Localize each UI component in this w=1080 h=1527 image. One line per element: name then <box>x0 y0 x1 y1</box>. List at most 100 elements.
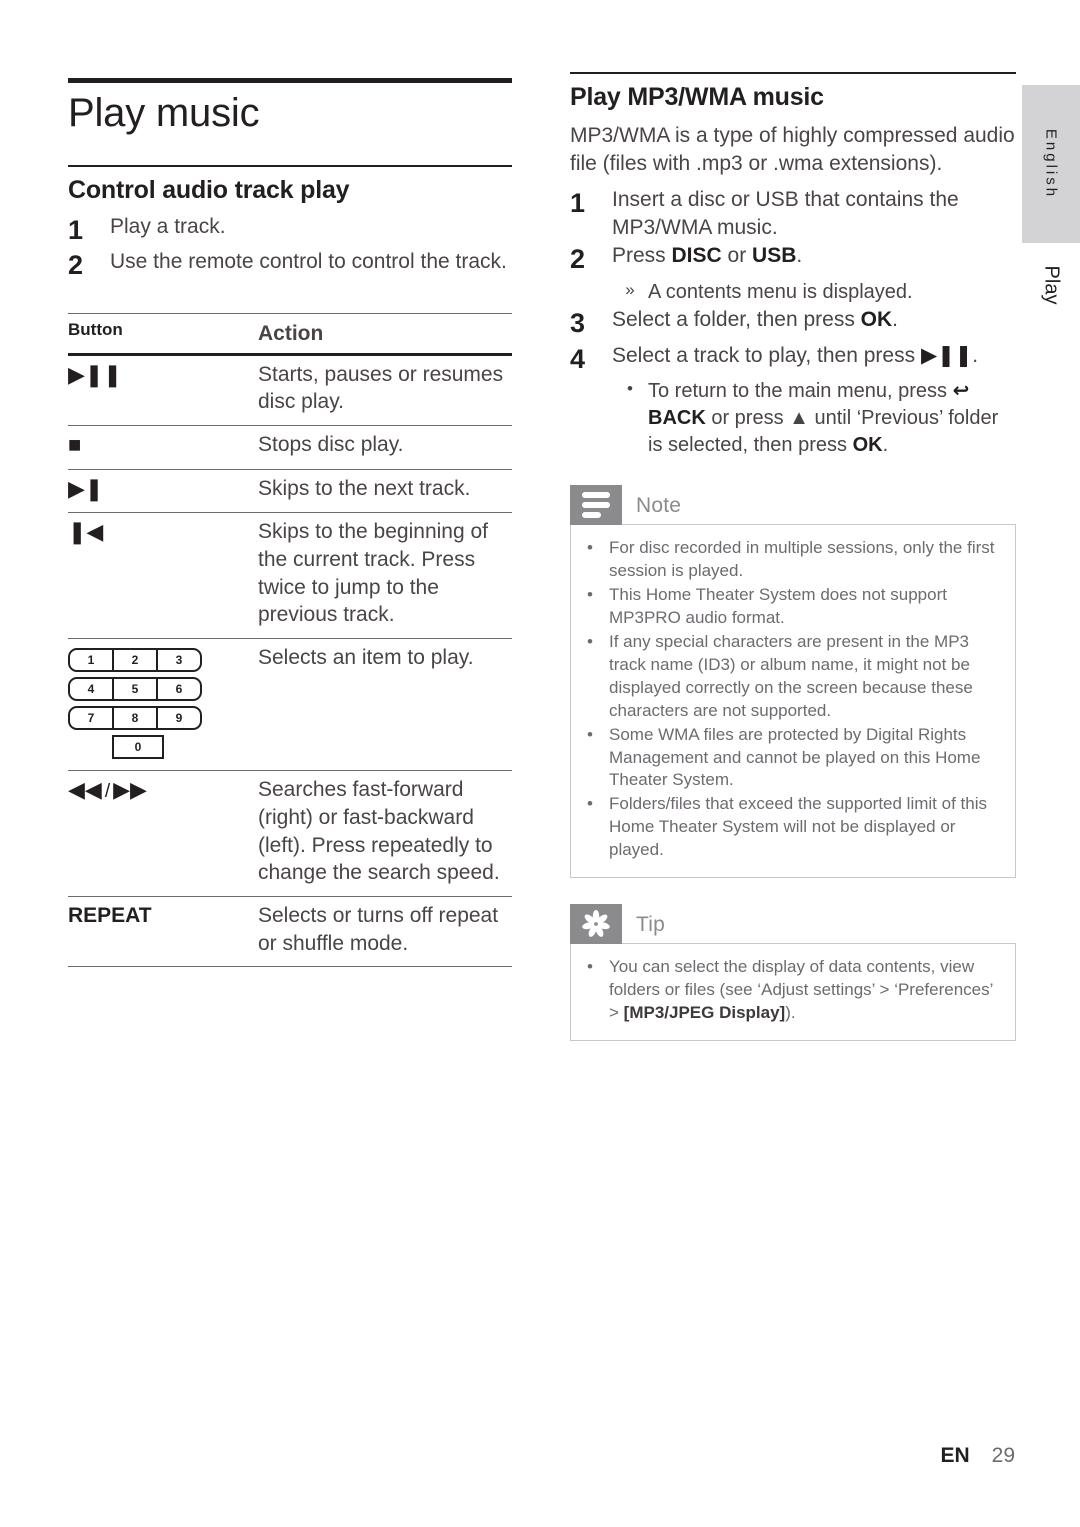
keypad-key: 4 <box>70 679 114 700</box>
substep-marker: » <box>625 279 635 299</box>
keypad-row: 4 5 6 <box>68 677 202 702</box>
table-cell-action: Selects an item to play. <box>258 646 474 670</box>
list-item: • Folders/files that exceed the supported… <box>587 793 999 862</box>
step-text: Select a track to play, then press ▶❚❚. <box>612 343 979 367</box>
tip-body: • You can select the display of data cont… <box>570 943 1016 1042</box>
tip-callout: Tip • You can select the display of data … <box>570 904 1016 1042</box>
keypad-key: 3 <box>175 653 183 668</box>
table-row: 1 2 3 4 5 6 7 8 9 0 Selects an item to p… <box>68 638 512 771</box>
table-row: ■ Stops disc play. <box>68 425 512 470</box>
fast-rewind-forward-icon: ◀◀ / ▶▶ <box>68 777 147 802</box>
numeric-keypad-icon: 1 2 3 4 5 6 7 8 9 0 <box>68 648 202 760</box>
tip-callout-header: Tip <box>570 904 1016 945</box>
note-icon-bar <box>582 512 601 519</box>
note-label: Note <box>636 493 682 517</box>
bullet-icon: • <box>587 794 593 814</box>
mp3-wma-steps: 1 Insert a disc or USB that contains the… <box>570 186 1016 459</box>
tip-list: • You can select the display of data cont… <box>587 956 999 1025</box>
table-cell-action: Searches fast-forward (right) or fast-ba… <box>258 778 500 885</box>
repeat-button-label: REPEAT <box>68 903 152 927</box>
keypad-key: 1 <box>70 650 114 671</box>
list-item: • Some WMA files are protected by Digital… <box>587 724 999 793</box>
step-item: 3 Select a folder, then press OK. <box>570 306 1016 341</box>
note-item-text: This Home Theater System does not suppor… <box>609 584 947 627</box>
keypad-key: 6 <box>175 682 183 697</box>
table-cell-action: Skips to the beginning of the current tr… <box>258 520 488 627</box>
step-text: Play a track. <box>110 214 226 238</box>
table-row: ▶❚❚ Starts, pauses or resumes disc play. <box>68 354 512 425</box>
note-icon-bar <box>582 502 610 509</box>
step-number: 4 <box>570 343 586 374</box>
substep-marker: • <box>627 379 633 399</box>
note-item-text: For disc recorded in multiple sessions, … <box>609 538 995 581</box>
table-cell-button: ❚◀ <box>68 513 258 639</box>
keypad-row: 7 8 9 <box>68 706 202 731</box>
table-cell-button: ◀◀ / ▶▶ <box>68 771 258 897</box>
list-item: • For disc recorded in multiple sessions,… <box>587 537 999 583</box>
button-action-table: Button Action ▶❚❚ Starts, pauses or resu… <box>68 313 512 968</box>
keypad-key: 5 <box>114 679 158 700</box>
table-row: ▶❚ Skips to the next track. <box>68 469 512 513</box>
step-text: Press DISC or USB. <box>612 244 803 268</box>
side-tab-language-label: English <box>1042 128 1060 200</box>
note-list: • For disc recorded in multiple sessions,… <box>587 537 999 862</box>
column-header-button: Button <box>68 319 123 339</box>
intro-paragraph: MP3/WMA is a type of highly compressed a… <box>570 123 1015 175</box>
step-number: 1 <box>68 214 84 245</box>
note-icon-bar <box>582 492 610 499</box>
table-header-row: Button Action <box>68 313 512 354</box>
note-item-text: Folders/files that exceed the supported … <box>609 794 987 860</box>
table-cell-button: ▶❚ <box>68 469 258 513</box>
table-cell-action: Stops disc play. <box>258 433 404 456</box>
step-item: 1 Insert a disc or USB that contains the… <box>570 186 1016 242</box>
substep-text: A contents menu is displayed. <box>648 280 913 303</box>
control-audio-steps: 1 Play a track. 2 Use the remote control… <box>68 213 512 283</box>
list-item: • If any special characters are present i… <box>587 631 999 723</box>
footer-page-number: 29 <box>991 1444 1015 1467</box>
substep-item: » A contents menu is displayed. <box>612 279 1016 306</box>
section-title-play-mp3-wma: Play MP3/WMA music <box>570 83 824 111</box>
table-row: ❚◀ Skips to the beginning of the current… <box>68 512 512 639</box>
step-number: 3 <box>570 307 586 338</box>
side-tab-section-label: Play <box>1040 265 1063 305</box>
table-cell-button: 1 2 3 4 5 6 7 8 9 0 <box>68 639 258 771</box>
keypad-key: 9 <box>175 711 183 726</box>
side-tab-section: Play <box>1022 243 1080 333</box>
tip-label: Tip <box>636 912 665 936</box>
table-row: REPEAT Selects or turns off repeat or sh… <box>68 896 512 966</box>
step-item: 4 Select a track to play, then press ▶❚❚… <box>570 342 1016 377</box>
keypad-row-zero: 0 <box>68 735 202 760</box>
keypad-key: 0 <box>112 735 164 760</box>
tip-starburst-icon <box>582 910 610 938</box>
table-cell-action: Skips to the next track. <box>258 476 471 500</box>
step-text: Select a folder, then press OK. <box>612 307 898 331</box>
table-bottom-rule <box>258 966 512 968</box>
table-bottom-rule-row <box>68 966 512 968</box>
note-item-text: Some WMA files are protected by Digital … <box>609 724 981 790</box>
bullet-icon: • <box>587 584 593 604</box>
note-icon <box>570 485 622 526</box>
note-body: • For disc recorded in multiple sessions,… <box>570 524 1016 879</box>
step-item: 2 Use the remote control to control the … <box>68 248 512 283</box>
keypad-key: 7 <box>70 708 114 729</box>
next-track-icon: ▶❚ <box>68 475 104 501</box>
table-cell-action: Starts, pauses or resumes disc play. <box>258 362 504 414</box>
table-row: ◀◀ / ▶▶ Searches fast-forward (right) or f… <box>68 770 512 897</box>
section-title-control-audio: Control audio track play <box>68 176 350 204</box>
play-pause-icon: ▶❚❚ <box>68 361 122 387</box>
table-cell-button: REPEAT <box>68 896 258 966</box>
left-column: Play music Control audio track play 1 Pl… <box>68 78 512 968</box>
page-title: Play music <box>68 91 260 135</box>
step-number: 1 <box>570 187 586 218</box>
bullet-icon: • <box>587 724 593 744</box>
page-title-rule-top <box>68 78 512 83</box>
substep-text: To return to the main menu, press ↩ BACK… <box>648 380 999 457</box>
step-text: Insert a disc or USB that contains the M… <box>612 187 959 239</box>
glyph-separator: / <box>104 781 111 803</box>
step-item: 1 Play a track. <box>68 213 512 248</box>
substep-item: • To return to the main menu, press ↩ BA… <box>612 378 1016 459</box>
step-item: 2 Press DISC or USB. <box>570 242 1016 277</box>
list-item: • This Home Theater System does not suppo… <box>587 584 999 630</box>
